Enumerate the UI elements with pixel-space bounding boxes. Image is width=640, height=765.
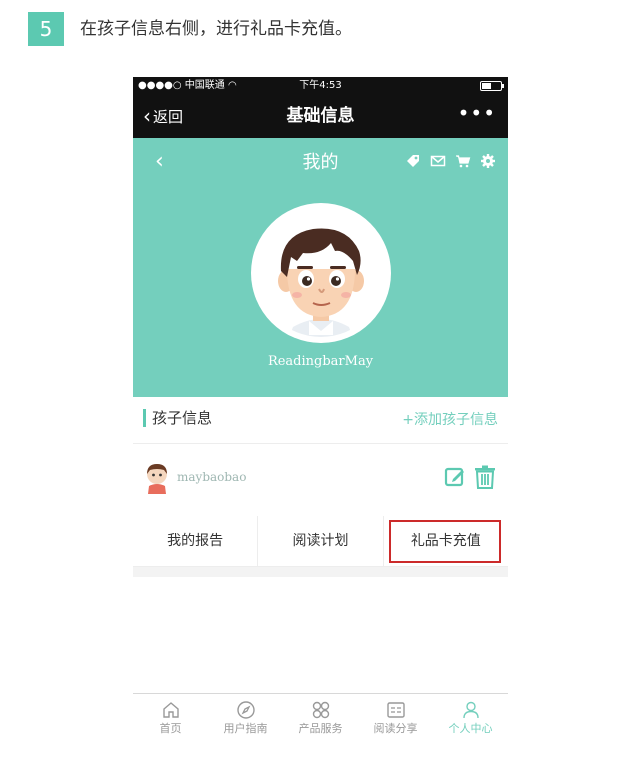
my-report-button[interactable]: 我的报告: [133, 516, 257, 566]
page-title: 基础信息: [286, 106, 355, 126]
profile-toolbar: [405, 153, 496, 169]
delete-icon[interactable]: [474, 465, 496, 489]
step-number-badge: 5: [28, 12, 64, 46]
phone-screenshot: ●●●●○ 中国联通 ◠ 下午4:53 ‹ 返回 基础信息 ••• ‹ 我的 R…: [133, 77, 508, 745]
edit-icon[interactable]: [444, 466, 466, 488]
cart-icon[interactable]: [455, 153, 471, 169]
mail-icon[interactable]: [430, 153, 446, 169]
tag-icon[interactable]: [405, 153, 421, 169]
add-child-button[interactable]: +添加孩子信息: [402, 409, 498, 431]
tab-personal-center[interactable]: 个人中心: [433, 694, 508, 745]
tab-label: 用户指南: [223, 722, 268, 735]
step-instruction: 在孩子信息右侧，进行礼品卡充值。: [80, 19, 352, 39]
profile-header: ‹ 我的 ReadingbarMay: [133, 138, 508, 397]
child-row[interactable]: maybaobao: [133, 444, 508, 517]
top-nav-bar: ‹ 返回 基础信息 •••: [133, 94, 508, 138]
reading-plan-button[interactable]: 阅读计划: [257, 516, 382, 566]
user-avatar[interactable]: [251, 203, 391, 343]
children-section-title: 孩子信息: [152, 409, 213, 427]
highlight-box: [389, 520, 501, 563]
more-button[interactable]: •••: [458, 102, 496, 124]
tab-label: 首页: [159, 722, 182, 735]
grid-icon: [311, 700, 331, 720]
user-icon: [461, 700, 481, 720]
username-label: ReadingbarMay: [267, 354, 374, 369]
status-bar: ●●●●○ 中国联通 ◠ 下午4:53: [133, 77, 508, 94]
tab-label: 产品服务: [298, 722, 343, 735]
section-divider: [133, 567, 508, 577]
child-avatar: [143, 462, 171, 494]
status-time: 下午4:53: [299, 80, 342, 91]
tab-user-guide[interactable]: 用户指南: [208, 694, 283, 745]
tab-label: 个人中心: [448, 722, 493, 735]
children-section-header: 孩子信息 +添加孩子信息: [133, 397, 508, 444]
battery-icon: [480, 81, 504, 91]
tab-home[interactable]: 首页: [133, 694, 208, 745]
home-icon: [161, 700, 181, 720]
child-name: maybaobao: [177, 470, 247, 484]
tab-label: 阅读分享: [373, 722, 418, 735]
share-card-icon: [386, 700, 406, 720]
compass-icon: [236, 700, 256, 720]
tab-reading-share[interactable]: 阅读分享: [358, 694, 433, 745]
gear-icon[interactable]: [480, 153, 496, 169]
tab-product-services[interactable]: 产品服务: [283, 694, 358, 745]
section-accent-bar: [143, 409, 146, 427]
bottom-tab-bar: 首页 用户指南 产品服务 阅读分享 个人中心: [133, 693, 508, 745]
